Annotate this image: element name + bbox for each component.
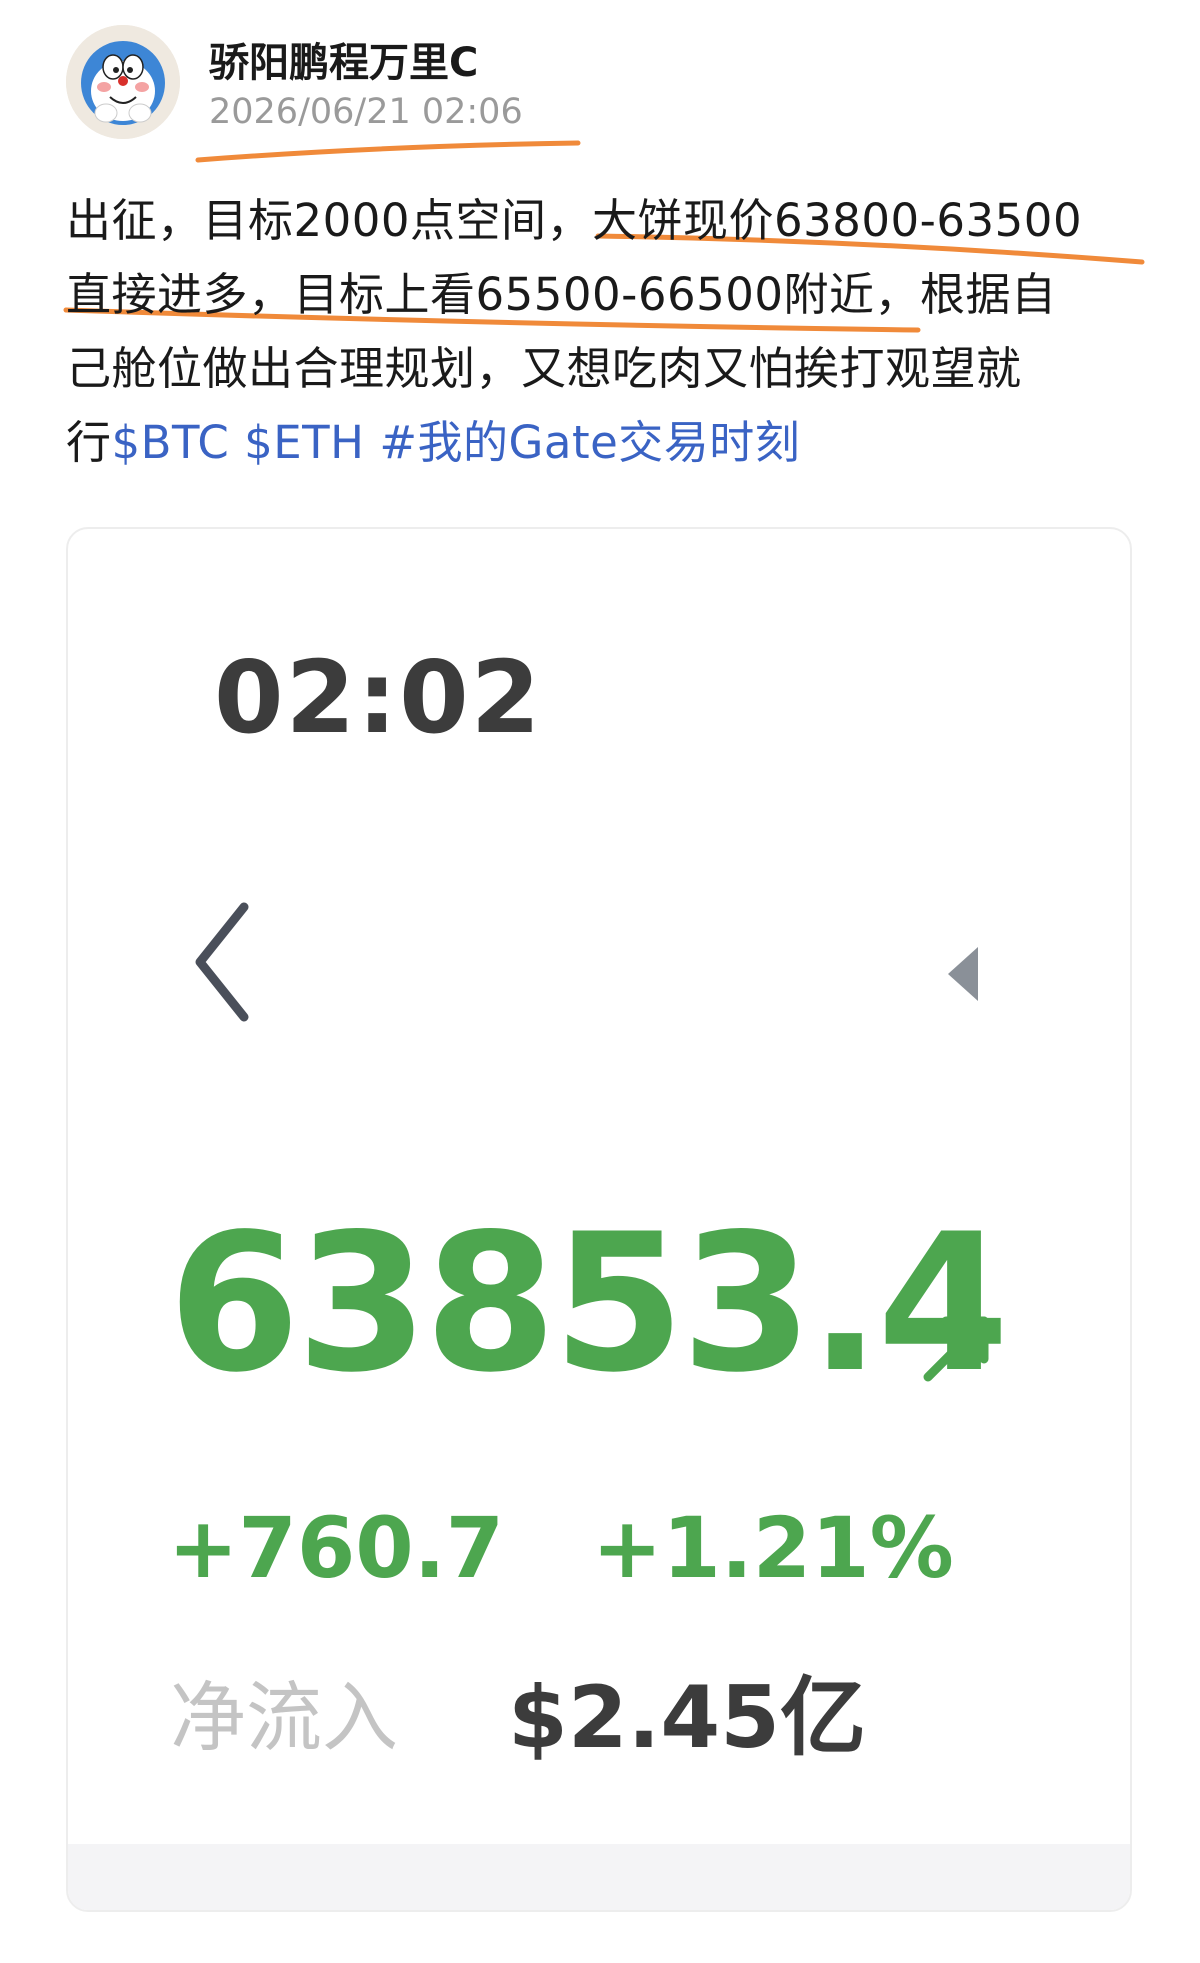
ticker-card[interactable]: 02:02 63853.4 +760.7 +1.21% 净流入 $2.45亿 [66, 527, 1132, 1912]
chevron-left-icon [195, 902, 249, 1022]
doraemon-avatar-icon [66, 25, 180, 139]
forward-button[interactable] [938, 939, 988, 1009]
post-body: 出征，目标2000点空间，大饼现价63800-63500 直接进多，目标上看65… [66, 184, 1136, 480]
tag-eth[interactable]: $ETH [244, 416, 364, 469]
current-price: 63853.4 [168, 1193, 1009, 1414]
avatar[interactable] [66, 25, 180, 139]
post-text-highlight: 直接进多，目标上看65500-66500附近 [66, 268, 875, 321]
post-text-highlight: 大饼现价63800-63500 [592, 194, 1083, 247]
author-name[interactable]: 骄阳鹏程万里C [209, 30, 478, 88]
net-inflow-value: $2.45亿 [508, 1668, 867, 1768]
back-button[interactable] [186, 897, 266, 1027]
net-inflow-label: 净流入 [170, 1673, 398, 1762]
post-line-1: 出征，目标2000点空间，大饼现价63800-63500 [66, 184, 1136, 258]
price-change-absolute: +760.7 [168, 1499, 505, 1597]
post-timestamp: 2026/06/21 02:06 [209, 92, 523, 132]
post-text-segment: 出征，目标2000点空间， [66, 194, 593, 247]
post-text-segment: ，根据自 [874, 268, 1057, 321]
post-line-2: 直接进多，目标上看65500-66500附近，根据自 [66, 258, 1136, 332]
card-footer-strip [68, 1844, 1130, 1910]
hashtag-gate-moment[interactable]: #我的Gate交易时刻 [379, 416, 800, 469]
price-change-percent: +1.21% [592, 1499, 954, 1597]
post-text-segment: 行 [66, 416, 112, 469]
arrow-up-right-icon [918, 1307, 998, 1387]
post-line-4: 行$BTC $ETH #我的Gate交易时刻 [66, 406, 1136, 480]
tag-btc[interactable]: $BTC [112, 416, 230, 469]
post-line-3: 己舱位做出合理规划，又想吃肉又怕挨打观望就 [66, 342, 1022, 395]
caret-left-icon [948, 947, 978, 1001]
clock-time: 02:02 [214, 639, 543, 756]
